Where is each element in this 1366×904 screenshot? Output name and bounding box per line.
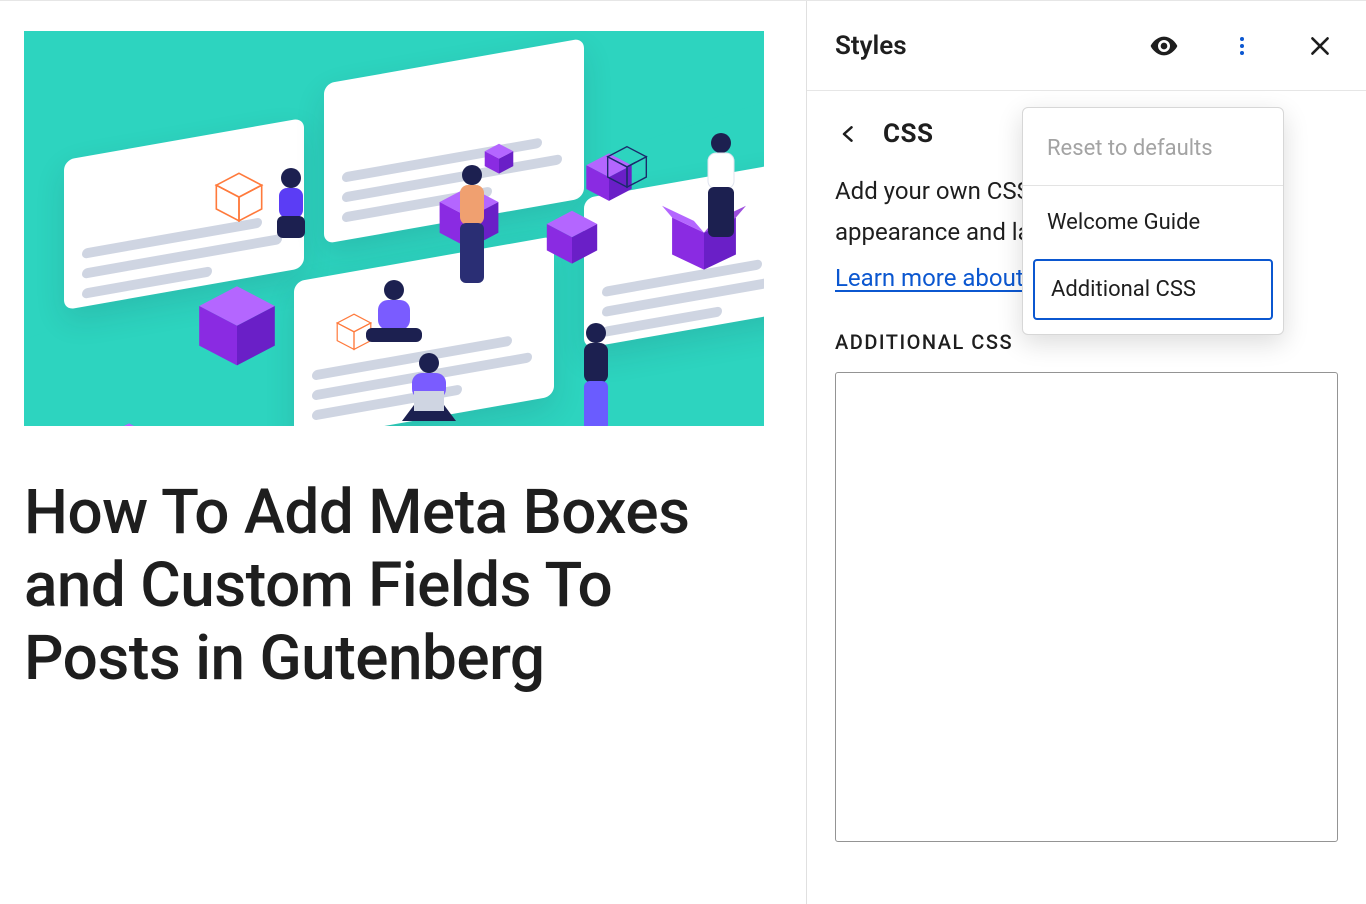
cube-icon <box>102 419 156 426</box>
menu-welcome-guide[interactable]: Welcome Guide <box>1023 192 1283 253</box>
chevron-left-icon <box>839 120 859 148</box>
sidebar-title: Styles <box>835 31 907 61</box>
cube-icon <box>542 206 602 266</box>
menu-reset-defaults: Reset to defaults <box>1023 118 1283 179</box>
menu-additional-css[interactable]: Additional CSS <box>1033 259 1273 320</box>
back-button[interactable] <box>835 120 863 148</box>
panel-title: CSS <box>883 119 934 149</box>
more-options-menu: Reset to defaults Welcome Guide Addition… <box>1022 107 1284 335</box>
person-icon <box>259 166 323 260</box>
cube-icon <box>192 279 282 369</box>
eye-icon <box>1148 30 1180 62</box>
person-icon <box>566 321 626 426</box>
person-icon <box>354 276 434 360</box>
person-icon <box>442 163 502 307</box>
editor-canvas[interactable]: How To Add Meta Boxes and Custom Fields … <box>0 1 806 904</box>
sidebar-header: Styles <box>807 1 1366 91</box>
close-icon <box>1307 33 1333 59</box>
menu-divider <box>1023 185 1283 186</box>
kebab-icon <box>1230 34 1254 58</box>
style-book-button[interactable] <box>1146 28 1182 64</box>
additional-css-textarea[interactable] <box>835 372 1338 842</box>
person-icon <box>384 349 474 426</box>
styles-sidebar: Styles CSS Add your own CSS to <box>806 1 1366 904</box>
featured-image[interactable] <box>24 31 764 426</box>
cube-wire-icon <box>212 169 266 223</box>
close-sidebar-button[interactable] <box>1302 28 1338 64</box>
post-title[interactable]: How To Add Meta Boxes and Custom Fields … <box>24 476 744 695</box>
more-options-button[interactable] <box>1224 28 1260 64</box>
cube-wire-icon <box>604 143 650 189</box>
person-icon <box>686 131 756 255</box>
